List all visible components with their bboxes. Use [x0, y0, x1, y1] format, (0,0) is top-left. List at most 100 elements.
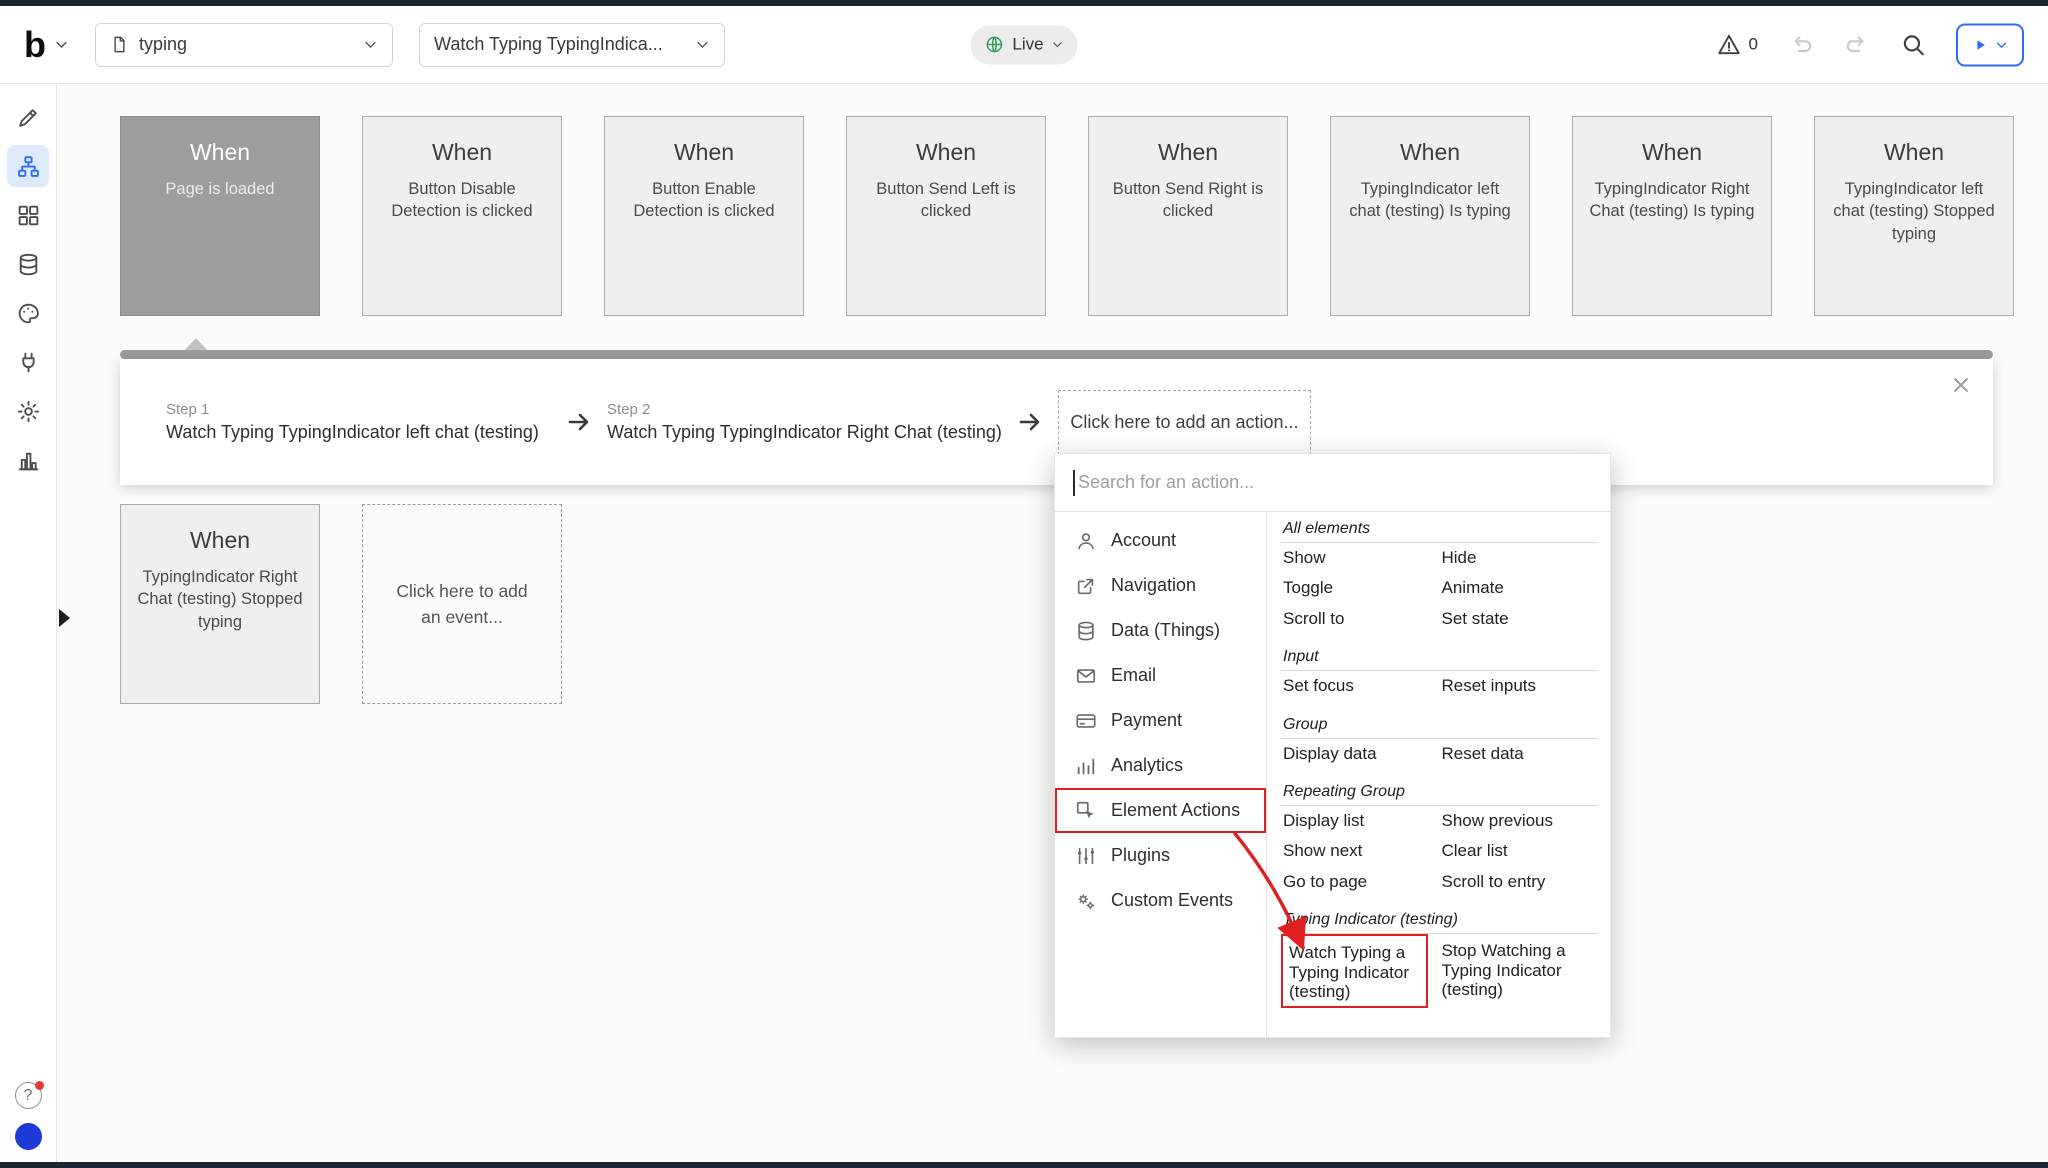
undo-icon[interactable]: [1788, 32, 1814, 58]
event-subtitle: Button Send Right is clicked: [1103, 178, 1273, 223]
action-item-display-list[interactable]: Display list: [1281, 806, 1440, 836]
event-card-button-disable-detection[interactable]: When Button Disable Detection is clicked: [362, 116, 562, 316]
account-person-icon: [1075, 530, 1097, 552]
event-title: When: [861, 139, 1031, 166]
page-selector-dropdown[interactable]: typing: [95, 23, 393, 67]
action-item-clear-list[interactable]: Clear list: [1440, 836, 1599, 866]
action-item-set-focus[interactable]: Set focus: [1281, 671, 1440, 701]
event-title: When: [1829, 139, 1999, 166]
category-label: Email: [1111, 665, 1156, 686]
chevron-down-icon: [695, 37, 710, 52]
event-subtitle: TypingIndicator left chat (testing) Is t…: [1345, 178, 1515, 223]
workflow-canvas[interactable]: When Page is loaded When Button Disable …: [57, 85, 2048, 1162]
action-category-analytics[interactable]: Analytics: [1055, 743, 1266, 788]
event-card-typingindicator-right-stopped-typing[interactable]: When TypingIndicator Right Chat (testing…: [120, 504, 320, 704]
action-section-repeating-group: Repeating Group: [1281, 777, 1598, 806]
event-card-button-send-right[interactable]: When Button Send Right is clicked: [1088, 116, 1288, 316]
action-category-element-actions[interactable]: Element Actions: [1055, 788, 1266, 833]
action-item-set-state[interactable]: Set state: [1440, 604, 1599, 634]
pencil-icon: [16, 105, 41, 130]
action-item-reset-inputs[interactable]: Reset inputs: [1440, 671, 1599, 701]
add-event-placeholder[interactable]: Click here to add an event...: [362, 504, 562, 704]
sidebar-item-data[interactable]: [7, 243, 49, 285]
sidebar-expand-handle[interactable]: [59, 609, 70, 627]
action-item-display-data[interactable]: Display data: [1281, 739, 1440, 769]
action-item-watch-typing[interactable]: Watch Typing a Typing Indicator (testing…: [1281, 934, 1428, 1008]
action-item-show-previous[interactable]: Show previous: [1440, 806, 1599, 836]
action-category-email[interactable]: Email: [1055, 653, 1266, 698]
step-text: Watch Typing TypingIndicator left chat (…: [166, 422, 551, 443]
sidebar-item-components[interactable]: [7, 194, 49, 236]
action-item-animate[interactable]: Animate: [1440, 573, 1599, 603]
action-category-custom-events[interactable]: Custom Events: [1055, 878, 1266, 923]
window-top-stripe: [0, 0, 2048, 6]
action-category-account[interactable]: Account: [1055, 518, 1266, 563]
action-item-stop-watching[interactable]: Stop Watching a Typing Indicator (testin…: [1440, 934, 1599, 1008]
credit-card-icon: [1075, 710, 1097, 732]
event-card-typingindicator-left-is-typing[interactable]: When TypingIndicator left chat (testing)…: [1330, 116, 1530, 316]
category-label: Navigation: [1111, 575, 1196, 596]
event-subtitle: Page is loaded: [135, 178, 305, 200]
sidebar-item-design[interactable]: [7, 96, 49, 138]
action-item-scroll-to-entry[interactable]: Scroll to entry: [1440, 867, 1599, 897]
event-card-button-send-left[interactable]: When Button Send Left is clicked: [846, 116, 1046, 316]
help-button[interactable]: ?: [15, 1082, 42, 1109]
bubble-logo-menu[interactable]: b: [24, 27, 69, 63]
add-action-placeholder[interactable]: Click here to add an action...: [1058, 390, 1311, 455]
question-mark-icon: ?: [24, 1087, 33, 1105]
gears-icon: [1075, 890, 1097, 912]
workflow-step-1[interactable]: Step 1 Watch Typing TypingIndicator left…: [166, 401, 551, 443]
sidebar-item-plugins[interactable]: [7, 341, 49, 383]
workflow-selector-dropdown[interactable]: Watch Typing TypingIndica...: [419, 23, 725, 67]
action-item-go-to-page[interactable]: Go to page: [1281, 867, 1440, 897]
action-options-list: All elements Show Hide Toggle Animate Sc…: [1267, 512, 1610, 1037]
action-category-navigation[interactable]: Navigation: [1055, 563, 1266, 608]
event-subtitle: TypingIndicator Right Chat (testing) Sto…: [135, 566, 305, 633]
sidebar-item-styles[interactable]: [7, 292, 49, 334]
arrow-right-icon: [1016, 410, 1044, 434]
event-title: When: [1345, 139, 1515, 166]
workflow-step-2[interactable]: Step 2 Watch Typing TypingIndicator Righ…: [607, 401, 1002, 443]
search-icon[interactable]: [1900, 32, 1926, 58]
event-card-page-loaded[interactable]: When Page is loaded: [120, 116, 320, 316]
navigation-arrow-icon: [1075, 575, 1097, 597]
action-item-hide[interactable]: Hide: [1440, 543, 1599, 573]
category-label: Element Actions: [1111, 800, 1240, 821]
environment-selector[interactable]: Live: [970, 25, 1077, 64]
close-icon[interactable]: [1951, 375, 1971, 395]
event-title: When: [1103, 139, 1273, 166]
action-item-show-next[interactable]: Show next: [1281, 836, 1440, 866]
environment-label: Live: [1012, 35, 1043, 55]
horizontal-scrollbar[interactable]: [120, 350, 1993, 359]
bubble-assistant-button[interactable]: [15, 1123, 42, 1150]
sidebar-item-workflow[interactable]: [7, 145, 49, 187]
issues-indicator[interactable]: 0: [1716, 32, 1758, 58]
notification-dot: [35, 1081, 44, 1090]
left-sidebar: ?: [0, 85, 57, 1162]
action-category-plugins[interactable]: Plugins: [1055, 833, 1266, 878]
event-card-button-enable-detection[interactable]: When Button Enable Detection is clicked: [604, 116, 804, 316]
action-item-scroll-to[interactable]: Scroll to: [1281, 604, 1440, 634]
workflow-selector-value: Watch Typing TypingIndica...: [434, 34, 663, 55]
event-title: When: [135, 139, 305, 166]
event-card-typingindicator-left-stopped-typing[interactable]: When TypingIndicator left chat (testing)…: [1814, 116, 2014, 316]
action-search-row: [1055, 454, 1610, 512]
preview-run-button[interactable]: [1956, 23, 2024, 66]
action-item-reset-data[interactable]: Reset data: [1440, 739, 1599, 769]
sliders-icon: [1075, 845, 1097, 867]
styles-palette-icon: [16, 301, 41, 326]
event-title: When: [135, 527, 305, 554]
sidebar-item-logs[interactable]: [7, 439, 49, 481]
action-section-all-elements: All elements: [1281, 514, 1598, 543]
text-cursor: [1073, 470, 1075, 496]
action-category-data-things[interactable]: Data (Things): [1055, 608, 1266, 653]
action-item-toggle[interactable]: Toggle: [1281, 573, 1440, 603]
event-card-typingindicator-right-is-typing[interactable]: When TypingIndicator Right Chat (testing…: [1572, 116, 1772, 316]
action-search-input[interactable]: [1078, 472, 1592, 493]
sidebar-item-settings[interactable]: [7, 390, 49, 432]
redo-icon[interactable]: [1844, 32, 1870, 58]
action-category-payment[interactable]: Payment: [1055, 698, 1266, 743]
action-category-list: Account Navigation Data (Things) Email: [1055, 512, 1267, 1037]
sidebar-bottom: ?: [0, 1082, 56, 1150]
action-item-show[interactable]: Show: [1281, 543, 1440, 573]
